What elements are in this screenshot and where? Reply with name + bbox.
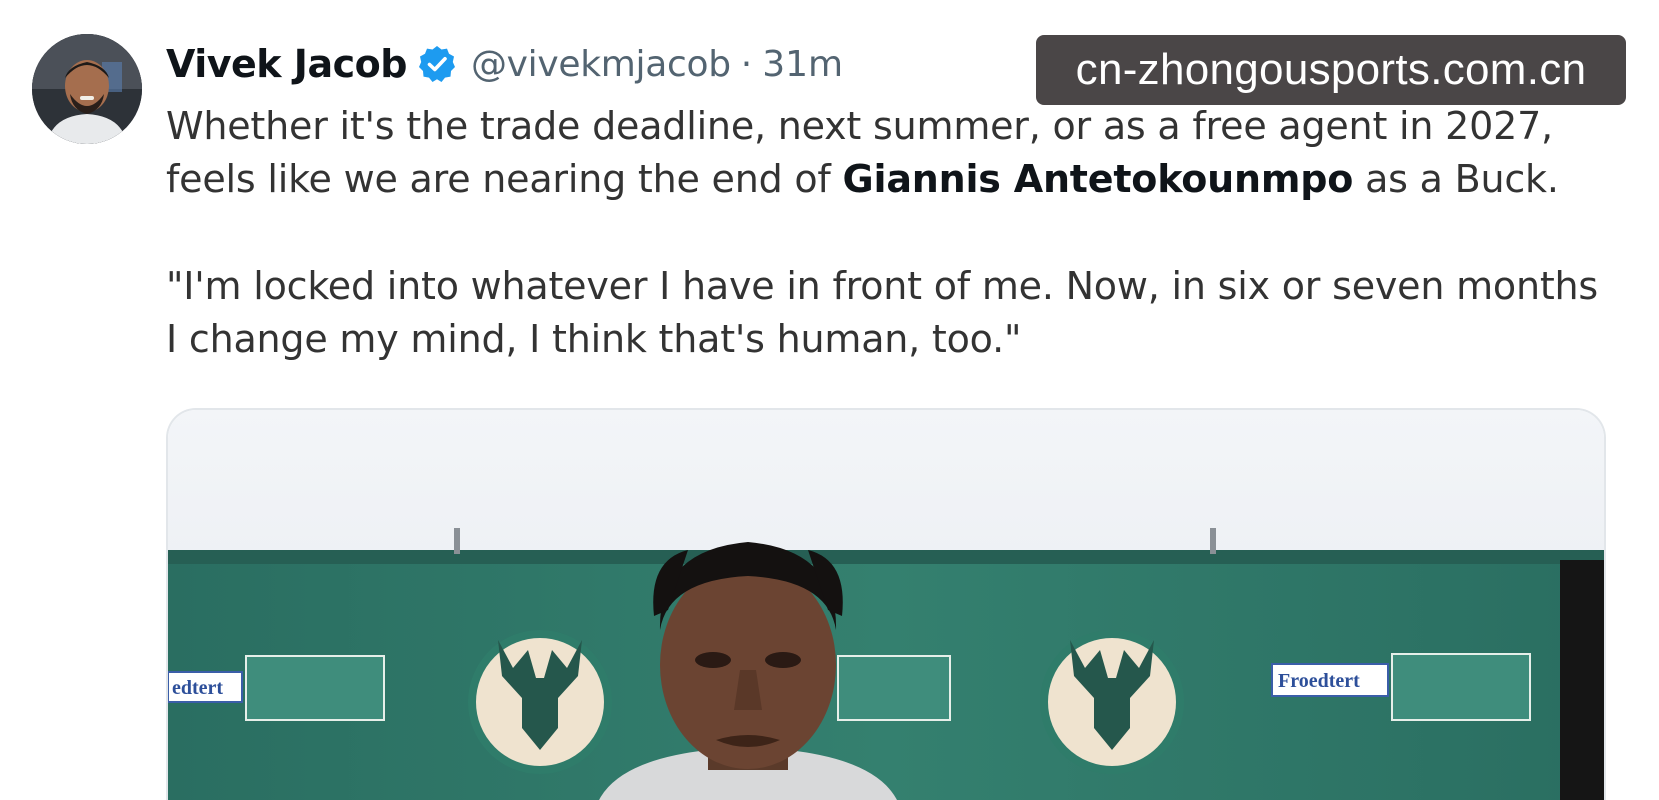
- author-name[interactable]: Vivek Jacob: [166, 42, 407, 86]
- tweet-text-segment: as a Buck.: [1353, 157, 1559, 201]
- header-separator: ·: [740, 43, 753, 85]
- tweet-text: Whether it's the trade deadline, next su…: [166, 100, 1606, 366]
- verified-badge-icon: [417, 44, 457, 84]
- author-avatar[interactable]: [32, 34, 142, 144]
- sponsor-text-left: edtert: [172, 677, 223, 699]
- sponsor-text-right: Froedtert: [1278, 670, 1360, 692]
- watermark-banner: cn-zhongousports.com.cn: [1036, 35, 1626, 105]
- team-logo-left: [468, 630, 612, 774]
- sponsor-logo-center: [837, 655, 951, 721]
- tweet-header: Vivek Jacob @vivekmjacob · 31m: [166, 38, 843, 90]
- tweet-timestamp[interactable]: 31m: [762, 44, 843, 85]
- tweet-media-video[interactable]: edtert Froedtert: [166, 408, 1606, 800]
- tweet-paragraph-1: Whether it's the trade deadline, next su…: [166, 100, 1606, 206]
- tweet-card[interactable]: Vivek Jacob @vivekmjacob · 31m Whether i…: [0, 0, 1659, 800]
- tweet-paragraph-2: "I'm locked into whatever I have in fron…: [166, 264, 1599, 361]
- author-handle[interactable]: @vivekmjacob: [471, 44, 731, 85]
- team-logo-right: [1040, 630, 1184, 774]
- mention-giannis[interactable]: Giannis Antetokounmpo: [843, 157, 1354, 201]
